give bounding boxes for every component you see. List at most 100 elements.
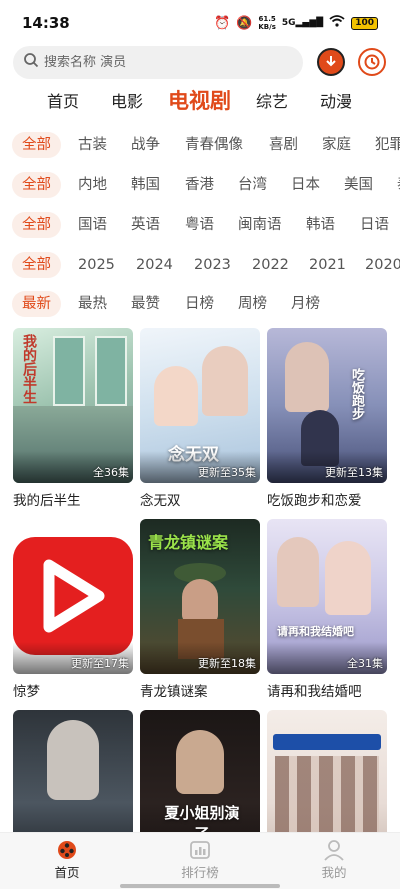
search-icon [23, 52, 39, 72]
filter-chip[interactable]: 闽南语 [238, 212, 282, 238]
gesture-home-bar[interactable] [120, 884, 280, 888]
poster-title: 请再和我结婚吧 [277, 625, 354, 638]
filter-chip[interactable]: 韩国 [131, 172, 160, 198]
episode-badge: 全31集 [347, 657, 383, 670]
filter-chip[interactable]: 家庭 [322, 132, 351, 158]
filter-chip[interactable]: 最赞 [131, 291, 160, 317]
poster-image: 请再和我结婚吧 全31集 [267, 519, 387, 674]
tab-tv-series[interactable]: 电视剧 [168, 85, 231, 115]
show-card[interactable]: 念无双 更新至35集 念无双 [140, 328, 260, 509]
search-box[interactable] [13, 45, 303, 79]
filter-chip[interactable]: 2024 [136, 252, 173, 278]
search-input[interactable] [44, 54, 284, 70]
show-card[interactable]: 青龙镇谜案 更新至18集 青龙镇谜案 [140, 519, 260, 700]
nav-ranking-label: 排行榜 [181, 865, 219, 880]
poster-image: 青龙镇谜案 更新至18集 [140, 519, 260, 674]
face-shape [182, 579, 218, 623]
filter-chip[interactable]: 月榜 [291, 291, 320, 317]
poster-image: 更新至17集 [13, 519, 133, 674]
nav-home[interactable]: 首页 [27, 839, 107, 881]
filter-chip[interactable]: 日榜 [185, 291, 214, 317]
episode-badge: 更新至13集 [325, 466, 383, 479]
show-title: 吃饭跑步和恋爱 [267, 493, 362, 509]
show-title: 我的后半生 [13, 493, 81, 509]
actor-figure [202, 346, 248, 416]
nav-profile[interactable]: 我的 [294, 839, 374, 881]
home-film-icon [55, 839, 79, 861]
banner-shape [273, 734, 381, 750]
filter-row-year: 全部 2025 2024 2023 2022 2021 2020 [0, 250, 400, 280]
filter-chip[interactable]: 周榜 [238, 291, 267, 317]
download-icon[interactable] [317, 48, 345, 76]
filter-row-genre: 全部 古装 战争 青春偶像 喜剧 家庭 犯罪 [0, 130, 400, 160]
show-card[interactable]: 请再和我结婚吧 全31集 请再和我结婚吧 [267, 519, 387, 700]
tab-variety[interactable]: 综艺 [256, 88, 288, 112]
filter-chip[interactable]: 喜剧 [269, 132, 298, 158]
filter-chip[interactable]: 2023 [194, 252, 231, 278]
actor-figure [47, 720, 99, 800]
show-card[interactable]: 吃饭跑步 更新至13集 吃饭跑步和恋爱 [267, 328, 387, 509]
filter-chip[interactable]: 国语 [78, 212, 107, 238]
poster-title: 青龙镇谜案 [148, 533, 229, 552]
top-category-tabs: 首页 电影 电视剧 综艺 动漫 [0, 86, 400, 118]
status-icons: ⏰ 🔕 61.5 KB/s 5G▂▄▆█ 100 [214, 15, 378, 31]
episode-badge: 更新至18集 [198, 657, 256, 670]
episode-badge: 更新至17集 [71, 657, 129, 670]
filter-chip[interactable]: 全部 [12, 172, 61, 198]
tab-anime[interactable]: 动漫 [320, 88, 352, 112]
filter-chip[interactable]: 2021 [309, 252, 346, 278]
filter-chip[interactable]: 粤语 [185, 212, 214, 238]
status-time: 14:38 [22, 14, 70, 32]
filter-chip[interactable]: 日语 [360, 212, 389, 238]
poster-image: 我的后半生 全36集 [13, 328, 133, 483]
tab-home[interactable]: 首页 [47, 88, 79, 112]
poster-image: 吃饭跑步 更新至13集 [267, 328, 387, 483]
filter-chip[interactable]: 美国 [344, 172, 373, 198]
nav-profile-label: 我的 [321, 865, 347, 880]
filter-row-language: 全部 国语 英语 粤语 闽南语 韩语 日语 其他 [0, 210, 400, 240]
history-icon[interactable] [358, 48, 386, 76]
show-title: 请再和我结婚吧 [267, 684, 362, 700]
search-row [13, 45, 393, 79]
door-shape [95, 336, 127, 406]
filter-chip[interactable]: 犯罪 [375, 132, 400, 158]
actress-figure [154, 366, 198, 426]
show-title: 青龙镇谜案 [140, 684, 208, 700]
actor-figure [277, 537, 319, 607]
poster-image: 念无双 更新至35集 [140, 328, 260, 483]
filter-chip[interactable]: 古装 [78, 132, 107, 158]
profile-icon [322, 839, 346, 861]
filter-chip[interactable]: 全部 [12, 132, 61, 158]
filter-chip[interactable]: 台湾 [238, 172, 267, 198]
actress-figure [325, 541, 371, 615]
filter-chip[interactable]: 2020 [365, 252, 400, 278]
filter-chip[interactable]: 战争 [131, 132, 160, 158]
filter-chip[interactable]: 2025 [78, 252, 115, 278]
door-shape [53, 336, 85, 406]
play-icon [43, 559, 105, 633]
episode-badge: 全36集 [93, 466, 129, 479]
filter-chip[interactable]: 内地 [78, 172, 107, 198]
filter-chip[interactable]: 最热 [78, 291, 107, 317]
show-card[interactable]: 更新至17集 惊梦 [13, 519, 133, 700]
status-bar: 14:38 ⏰ 🔕 61.5 KB/s 5G▂▄▆█ 100 [0, 0, 400, 46]
signal-icon: 5G▂▄▆█ [281, 18, 324, 28]
show-card[interactable]: 我的后半生 全36集 我的后半生 [13, 328, 133, 509]
actress-figure [176, 730, 224, 794]
tab-movies[interactable]: 电影 [111, 88, 143, 112]
ranking-icon [188, 839, 212, 861]
battery-indicator: 100 [351, 16, 378, 30]
filter-chip[interactable]: 全部 [12, 252, 61, 278]
bottom-navigation: 首页 排行榜 我的 [0, 832, 400, 889]
filter-chip[interactable]: 英语 [131, 212, 160, 238]
play-logo [13, 537, 133, 655]
nav-ranking[interactable]: 排行榜 [160, 839, 240, 881]
filter-chip[interactable]: 香港 [185, 172, 214, 198]
filter-chip[interactable]: 全部 [12, 212, 61, 238]
filter-chip[interactable]: 青春偶像 [185, 132, 243, 158]
filter-chip[interactable]: 最新 [12, 291, 61, 317]
filter-chip[interactable]: 日本 [291, 172, 320, 198]
filter-chip[interactable]: 韩语 [306, 212, 335, 238]
poster-title: 我的后半生 [21, 334, 37, 404]
filter-chip[interactable]: 2022 [252, 252, 289, 278]
